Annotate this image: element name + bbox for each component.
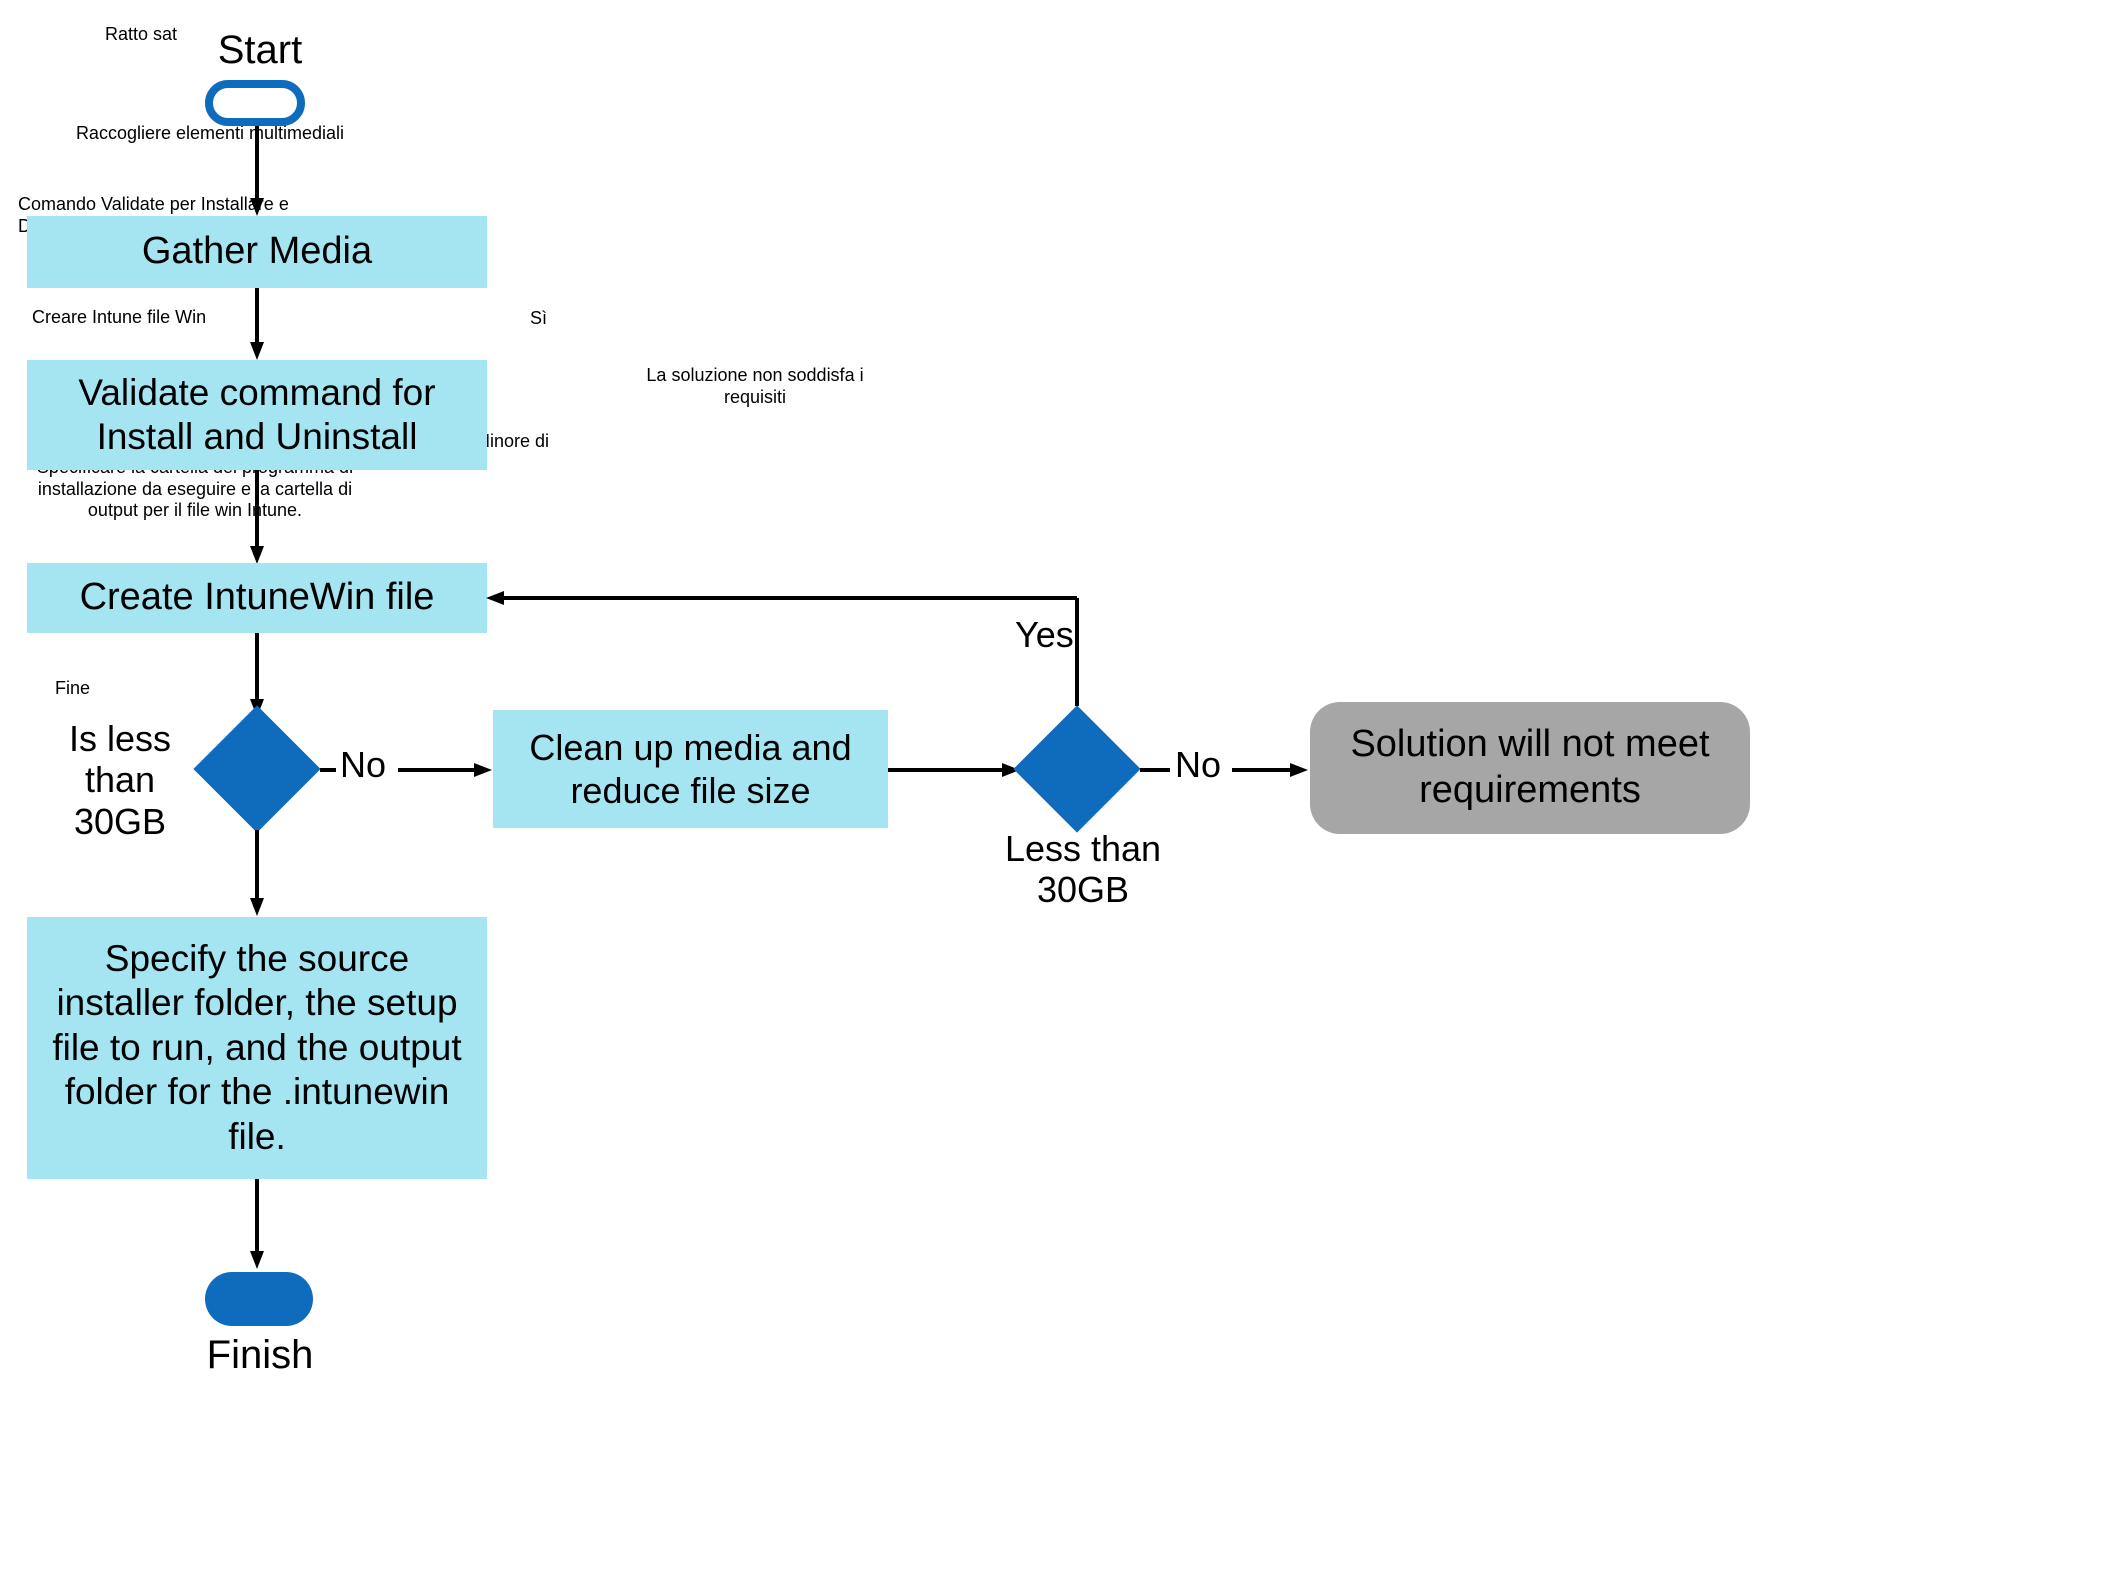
italian-soluzione: La soluzione non soddisfa i requisiti (640, 365, 870, 408)
decision1-label: Is less than 30GB (35, 718, 205, 842)
start-label: Start (170, 28, 350, 73)
arrow-validate-create (250, 470, 270, 564)
finish-label: Finish (180, 1333, 340, 1378)
create-text: Create IntuneWin file (80, 575, 435, 621)
create-box: Create IntuneWin file (27, 563, 487, 633)
gather-media-text: Gather Media (142, 229, 372, 275)
decision2-no-label: No (1175, 744, 1221, 786)
validate-box: Validate command for Install and Uninsta… (27, 360, 487, 470)
arrow-d2-no-a (1140, 762, 1176, 782)
arrow-d1-yes (250, 830, 270, 916)
arrow-d1-no (398, 762, 496, 782)
arrow-specify-finish (250, 1179, 270, 1269)
decision2-diamond (1013, 705, 1140, 832)
validate-text: Validate command for Install and Uninsta… (39, 371, 475, 460)
italian-raccogliere: Raccogliere elementi multimediali (20, 123, 400, 145)
start-terminal (205, 80, 305, 126)
arrow-d2-no-b (1232, 762, 1312, 782)
decision1-diamond-wrap (212, 724, 302, 814)
arrow-start-gather (250, 126, 270, 216)
arrow-gather-validate (250, 288, 270, 360)
arrow-create-decision1 (250, 633, 270, 717)
solution-text: Solution will not meet requirements (1330, 722, 1730, 813)
arrow-clean-d2 (888, 762, 1024, 782)
specify-box: Specify the source installer folder, the… (27, 917, 487, 1179)
specify-text: Specify the source installer folder, the… (39, 937, 475, 1159)
italian-ratto: Ratto sat (105, 24, 177, 46)
solution-box: Solution will not meet requirements (1310, 702, 1750, 834)
cleanup-box: Clean up media and reduce file size (493, 710, 888, 828)
finish-terminal (205, 1272, 313, 1326)
cleanup-text: Clean up media and reduce file size (505, 726, 876, 812)
italian-minore-di: Minore di (475, 431, 595, 453)
arrow-d2-yes (480, 590, 1090, 720)
decision2-diamond-wrap (1032, 724, 1122, 814)
decision1-diamond (193, 705, 320, 832)
italian-fine: Fine (55, 678, 115, 700)
flowchart-canvas: Ratto sat Raccogliere elementi multimedi… (0, 0, 2125, 1590)
gather-media-box: Gather Media (27, 216, 487, 288)
decision2-label: Less than 30GB (993, 828, 1173, 911)
italian-si: Sì (530, 308, 547, 330)
